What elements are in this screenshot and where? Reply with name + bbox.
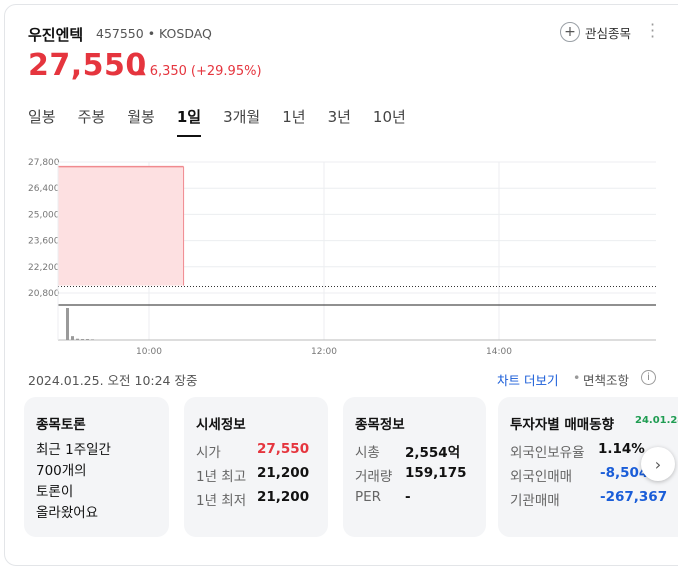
discussion-tile[interactable]: 종목토론 최근 1주일간 700개의 토론이 올라왔어요 [24,397,169,537]
row-value: 27,550 [257,441,310,457]
volume-bar [71,336,74,340]
y-tick-label: 27,800 [28,158,60,168]
discussion-line: 올라왔어요 [36,505,99,521]
disclaimer-link[interactable]: 면책조항 [583,370,629,389]
row-value: 21,200 [257,465,310,481]
up-arrow-icon: ▲ [138,66,146,77]
favorite-label: 관심종목 [585,25,632,41]
investor-row-institution-trade: 기관매매 -267,367 [510,489,667,509]
row-label: 시총 [355,445,380,461]
price-area [58,166,184,286]
x-tick-label: 10:00 [136,347,162,357]
volume-bar [91,339,94,340]
row-value: 1.14% [598,441,645,457]
x-tick-label: 12:00 [311,347,337,357]
tab-1day[interactable]: 1일 [176,106,202,137]
discussion-summary: 최근 1주일간 700개의 토론이 올라왔어요 [36,440,111,524]
timestamp: 2024.01.25. 오전 10:24 장중 [28,373,198,388]
row-label: 1년 최고 [196,469,247,485]
tab-weekly[interactable]: 주봉 [78,106,106,137]
tab-daily[interactable]: 일봉 [28,106,56,137]
quote-info-tile[interactable]: 시세정보 시가 27,550 1년 최고 21,200 1년 최저 21,200 [184,397,328,537]
y-tick-label: 22,200 [28,263,60,273]
volume-bar [81,339,84,340]
row-label: 기관매매 [510,493,560,509]
y-tick-label: 26,400 [28,184,60,194]
y-tick-label: 25,000 [28,210,60,220]
row-value: 21,200 [257,489,310,505]
change-percent: (+29.95%) [190,64,262,79]
info-row-volume: 거래량 159,175 [355,465,467,485]
discussion-line: 700개의 [36,463,87,479]
info-row-market-cap: 시총 2,554억 [355,441,460,461]
period-tabs: 일봉 주봉 월봉 1일 3개월 1년 3년 10년 [28,106,428,137]
row-value: 2,554억 [405,445,461,461]
tab-1year[interactable]: 1년 [282,106,305,137]
quote-row-52w-high: 1년 최고 21,200 [196,465,309,485]
chevron-right-icon: › [654,454,662,474]
quote-row-open: 시가 27,550 [196,441,309,461]
tab-3years[interactable]: 3년 [328,106,351,137]
quote-row-52w-low: 1년 최저 21,200 [196,489,309,509]
quote-info-title: 시세정보 [196,417,246,433]
volume-bar [76,338,79,340]
volume-bar [66,308,69,340]
investor-title: 투자자별 매매동향 [510,417,615,433]
row-label: 외국인매매 [510,469,573,485]
y-tick-label: 23,600 [28,237,60,247]
favorite-button[interactable]: + 관심종목 [560,22,631,42]
volume-bar [86,339,89,340]
tab-monthly[interactable]: 월봉 [127,106,155,137]
row-value: - [405,489,411,505]
stock-info-title: 종목정보 [355,417,405,433]
plus-icon: + [560,22,580,42]
tab-3months[interactable]: 3개월 [223,106,260,137]
investor-date-badge: 24.01.24 [635,415,678,426]
row-label: 시가 [196,445,221,461]
more-options-icon[interactable]: · · · [650,17,655,45]
separator-dot: • [573,370,581,385]
price-chart[interactable]: 27,800 26,400 25,000 23,600 22,200 20,800 10:0… [0,150,678,360]
change-amount: 6,350 [149,64,187,79]
stock-name[interactable]: 우진엔텍 [28,24,83,45]
info-row-per: PER - [355,489,411,505]
x-tick-label: 14:00 [486,347,512,357]
row-label: 외국인보유율 [510,445,585,461]
row-label: PER [355,489,382,505]
current-price: 27,550 [28,48,147,83]
tab-10years[interactable]: 10년 [373,106,406,137]
chart-more-link[interactable]: 차트 더보기 [497,370,558,389]
next-arrow-button[interactable]: › [641,447,675,481]
row-label: 거래량 [355,469,393,485]
y-tick-label: 20,800 [28,289,60,299]
stock-info-tile[interactable]: 종목정보 시총 2,554억 거래량 159,175 PER - [343,397,486,537]
investor-row-foreign-trade: 외국인매매 -8,504 [510,465,648,485]
investor-row-foreign-ratio: 외국인보유율 1.14% [510,441,645,461]
info-icon[interactable]: i [641,370,656,385]
row-label: 1년 최저 [196,493,247,509]
discussion-title: 종목토론 [36,417,86,433]
stock-code-market: 457550 • KOSDAQ [96,26,212,41]
discussion-line: 토론이 [36,484,74,500]
discussion-line: 최근 1주일간 [36,442,111,458]
row-value: -267,367 [600,489,668,505]
row-value: 159,175 [405,465,467,481]
price-change: ▲ 6,350 (+29.95%) [138,64,262,79]
